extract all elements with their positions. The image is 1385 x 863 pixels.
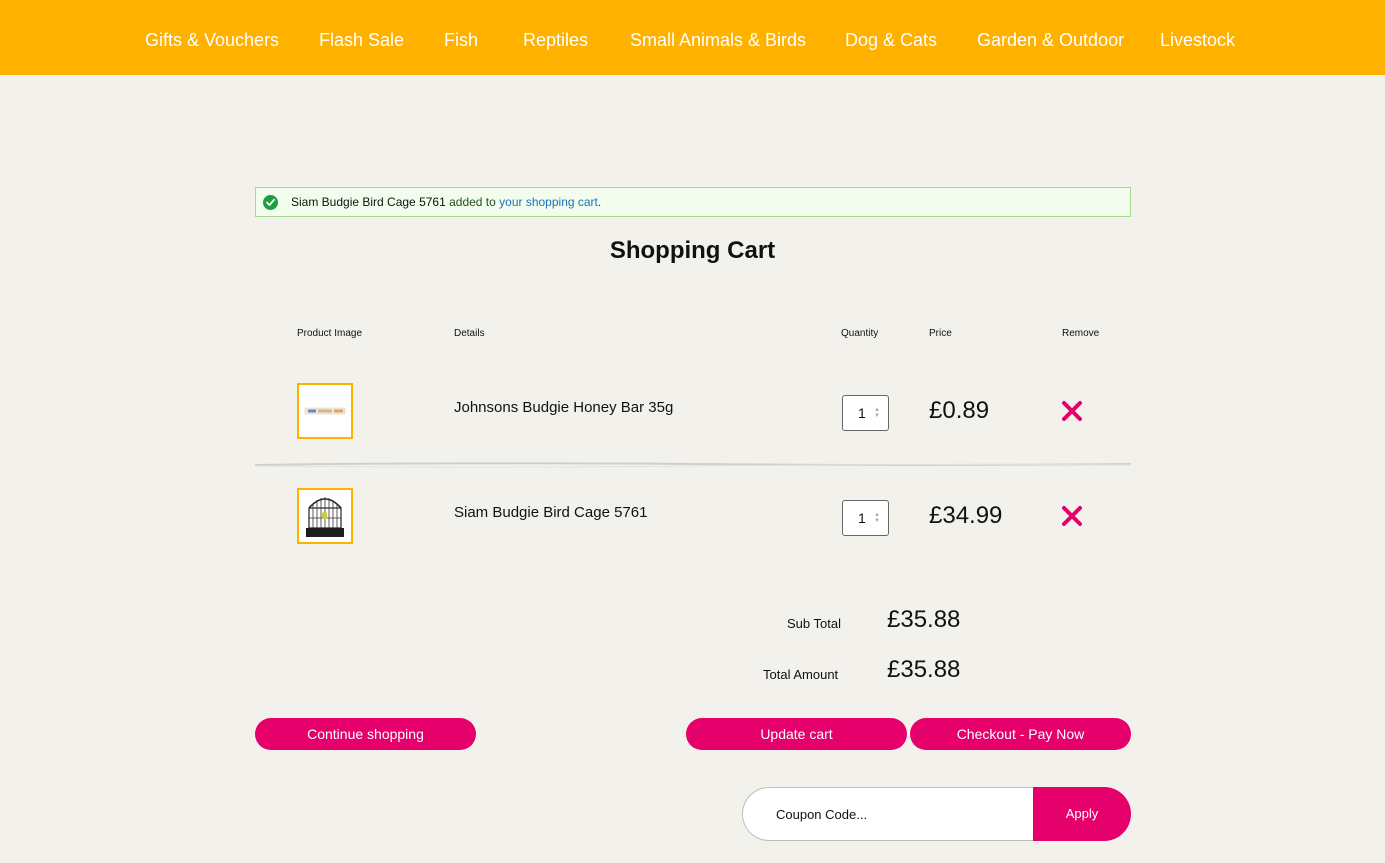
- apply-coupon-button[interactable]: Apply: [1033, 787, 1131, 841]
- product-price: £0.89: [929, 397, 990, 424]
- header-product-image: Product Image: [297, 328, 363, 339]
- header-remove: Remove: [1062, 328, 1100, 339]
- product-name[interactable]: Johnsons Budgie Honey Bar 35g: [454, 398, 673, 418]
- close-icon[interactable]: [1061, 400, 1083, 422]
- top-navigation: Gifts & Vouchers Flash Sale Fish Reptile…: [0, 0, 1385, 75]
- page-title: Shopping Cart: [609, 237, 776, 264]
- nav-item-gifts-vouchers[interactable]: Gifts & Vouchers: [145, 29, 279, 51]
- checkout-button[interactable]: Checkout - Pay Now: [910, 718, 1131, 750]
- quantity-stepper[interactable]: 1 ▲ ▼: [842, 500, 889, 536]
- product-name[interactable]: Siam Budgie Bird Cage 5761: [454, 503, 647, 523]
- update-cart-button[interactable]: Update cart: [686, 718, 907, 750]
- subtotal-label: Sub Total: [787, 616, 841, 631]
- total-amount-value: £35.88: [887, 656, 961, 683]
- added-to-cart-notice: Siam Budgie Bird Cage 5761 added to your…: [255, 187, 1131, 217]
- close-icon[interactable]: [1061, 505, 1083, 527]
- notice-item-name: Siam Budgie Bird Cage 5761: [291, 195, 446, 209]
- quantity-value: 1: [858, 405, 866, 421]
- nav-item-dog-cats[interactable]: Dog & Cats: [845, 29, 937, 51]
- notice-message: Siam Budgie Bird Cage 5761 added to your…: [291, 188, 601, 216]
- subtotal-value: £35.88: [887, 606, 961, 633]
- nav-item-fish[interactable]: Fish: [444, 29, 478, 51]
- nav-item-small-animals-birds[interactable]: Small Animals & Birds: [630, 29, 806, 51]
- row-divider: [255, 462, 1131, 468]
- nav-item-garden-outdoor[interactable]: Garden & Outdoor: [977, 29, 1124, 51]
- notice-end: .: [597, 195, 602, 209]
- header-quantity: Quantity: [841, 328, 879, 339]
- notice-text: added to: [445, 195, 500, 209]
- header-details: Details: [454, 328, 485, 339]
- product-price: £34.99: [929, 502, 1003, 529]
- spinner-arrows-icon[interactable]: ▲ ▼: [874, 407, 880, 419]
- bird-cage-image: [306, 497, 344, 537]
- nav-item-reptiles[interactable]: Reptiles: [523, 29, 588, 51]
- honey-bar-image: [304, 407, 346, 415]
- continue-shopping-button[interactable]: Continue shopping: [255, 718, 476, 750]
- check-circle-icon: [263, 195, 278, 210]
- nav-item-flash-sale[interactable]: Flash Sale: [319, 29, 404, 51]
- quantity-value: 1: [858, 510, 866, 526]
- coupon-code-input[interactable]: [742, 787, 1034, 841]
- product-image-honey-bar[interactable]: [297, 383, 353, 439]
- notice-cart-link[interactable]: your shopping cart: [499, 195, 598, 209]
- quantity-stepper[interactable]: 1 ▲ ▼: [842, 395, 889, 431]
- product-image-bird-cage[interactable]: [297, 488, 353, 544]
- header-price: Price: [929, 328, 952, 339]
- total-amount-label: Total Amount: [763, 667, 839, 682]
- nav-item-livestock[interactable]: Livestock: [1160, 29, 1235, 51]
- spinner-arrows-icon[interactable]: ▲ ▼: [874, 512, 880, 524]
